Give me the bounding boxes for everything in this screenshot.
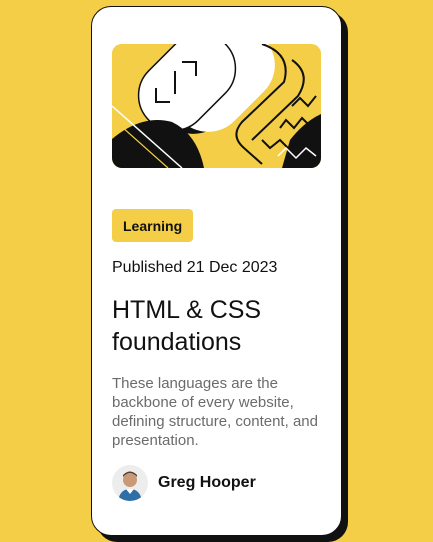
category-tag: Learning — [112, 209, 194, 242]
card-description: These languages are the backbone of ever… — [112, 375, 318, 449]
blog-preview-card[interactable]: Learning Published 21 Dec 2023 HTML & CS… — [91, 6, 342, 536]
author: Greg Hooper — [112, 465, 256, 501]
card-title[interactable]: HTML & CSS foundations — [112, 294, 327, 358]
author-avatar-icon — [112, 465, 148, 501]
author-avatar — [112, 465, 148, 501]
abstract-illustration-icon — [112, 44, 321, 168]
author-name: Greg Hooper — [158, 474, 256, 491]
page: Learning Published 21 Dec 2023 HTML & CS… — [0, 0, 433, 542]
illustration-image — [112, 44, 321, 168]
published-date: Published 21 Dec 2023 — [112, 259, 278, 276]
